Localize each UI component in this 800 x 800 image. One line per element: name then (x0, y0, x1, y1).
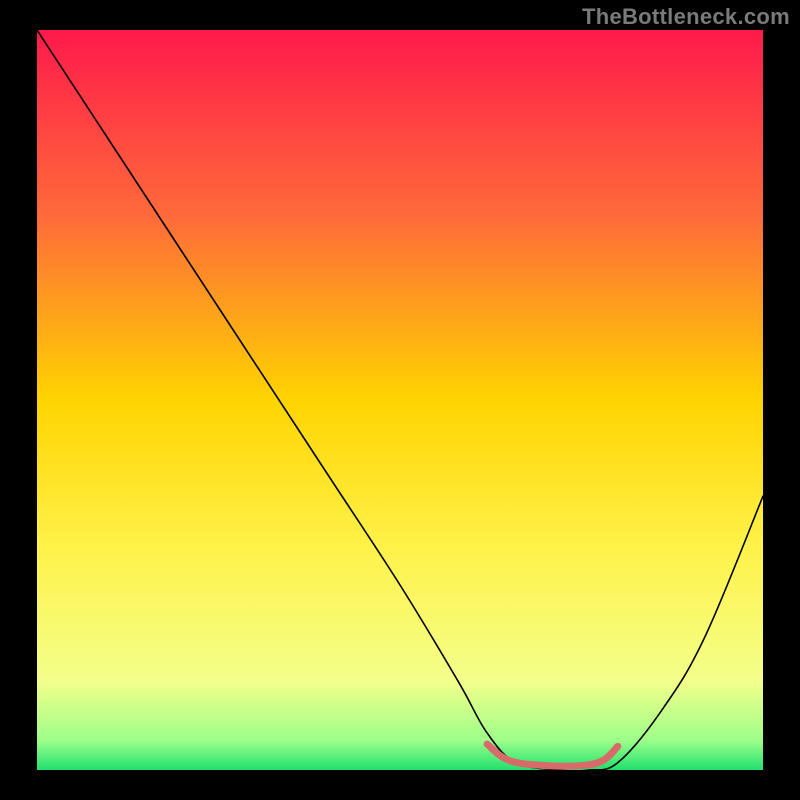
bottleneck-chart (37, 30, 763, 770)
chart-frame: TheBottleneck.com (0, 0, 800, 800)
watermark-text: TheBottleneck.com (582, 4, 790, 30)
gradient-background (37, 30, 763, 770)
